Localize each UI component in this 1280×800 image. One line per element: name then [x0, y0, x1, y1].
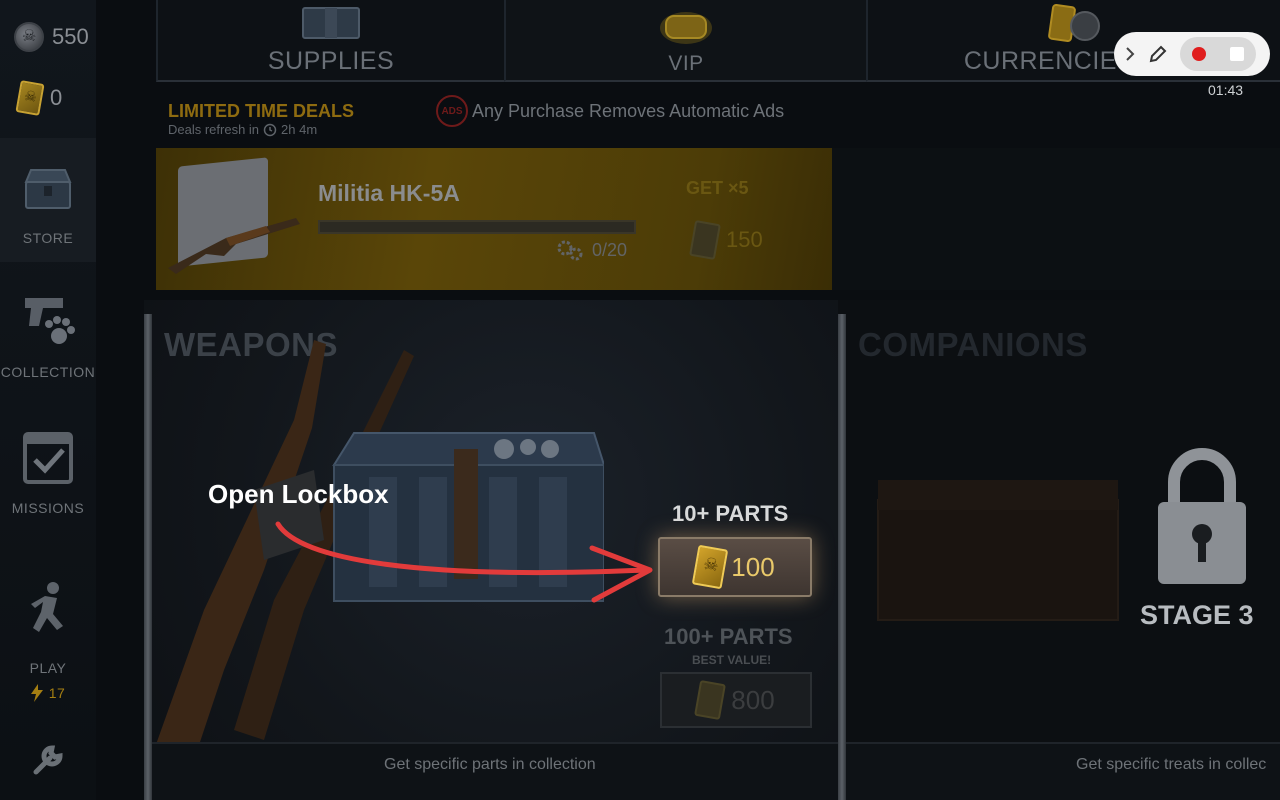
skull-coin-icon	[14, 22, 44, 52]
deal-progress-bar	[318, 220, 636, 234]
annotation-label: Open Lockbox	[208, 479, 389, 509]
gun-and-paw-icon	[25, 298, 75, 344]
offer2-buy-button[interactable]: 800	[660, 672, 812, 728]
companions-footer-text: Get specific treats in collec	[1076, 756, 1267, 773]
refresh-label: Deals refresh in	[168, 122, 260, 137]
screen-recorder-toolbar	[1114, 32, 1270, 76]
gold-bar-icon	[660, 12, 712, 44]
record-icon[interactable]	[1192, 47, 1206, 61]
recording-time: 01:43	[1208, 82, 1244, 98]
gold-card-count: 0	[50, 85, 63, 110]
sidebar-item-label: COLLECTION	[0, 364, 96, 380]
sidebar-item-play[interactable]: PLAY 17	[0, 580, 96, 710]
chevron-right-icon[interactable]	[1124, 46, 1136, 62]
no-ads-icon: ADS	[436, 95, 468, 127]
sidebar: 550 0 STORE COLLECTION MISSIONS	[0, 0, 96, 800]
deal-price-button[interactable]: 150	[689, 220, 763, 260]
best-value-badge: BEST VALUE!	[692, 653, 772, 667]
sidebar-item-label: STORE	[22, 230, 74, 246]
companions-panel[interactable]: COMPANIONS STAGE 3 Get specific treats i…	[838, 300, 1280, 800]
ads-note: ADS Any Purchase Removes Automatic Ads	[436, 95, 784, 127]
stage-label: STAGE 3	[1140, 600, 1254, 630]
deal-progress-text: 0/20	[592, 239, 628, 260]
gold-card-icon	[15, 80, 45, 116]
energy-count: 17	[48, 685, 66, 701]
deal-price: 150	[726, 227, 763, 252]
store-tabs: SUPPLIES VIP CURRENCIES	[156, 0, 1280, 82]
gears-icon	[557, 240, 583, 261]
skull-coin-balance: 550	[14, 22, 89, 52]
running-man-icon	[31, 582, 63, 632]
tab-label: VIP	[668, 52, 704, 75]
tab-vip[interactable]: VIP	[504, 0, 866, 82]
sidebar-item-settings[interactable]	[0, 742, 96, 782]
energy-indicator: 17	[30, 684, 66, 702]
pen-icon[interactable]	[1148, 44, 1168, 64]
stop-icon[interactable]	[1230, 47, 1244, 61]
companions-footer: Get specific treats in collec	[838, 742, 1280, 800]
tab-label: SUPPLIES	[267, 47, 395, 75]
deal-get-label: GET ×5	[686, 178, 749, 198]
weapons-footer-text: Get specific parts in collection	[384, 756, 596, 773]
deal-banner-empty	[832, 148, 1280, 290]
panel-divider	[838, 314, 846, 800]
tab-supplies[interactable]: SUPPLIES	[156, 0, 504, 82]
offer1-price: 100	[731, 551, 775, 582]
companions-title: COMPANIONS	[858, 326, 1088, 363]
weapons-footer: Get specific parts in collection	[144, 742, 844, 800]
gold-card-icon	[692, 544, 729, 590]
panel-divider	[144, 314, 152, 800]
lock-icon	[1158, 448, 1246, 584]
rifle-image	[168, 218, 300, 274]
wrench-icon	[33, 745, 63, 775]
gold-card-icon	[694, 680, 727, 720]
lockbox-image[interactable]	[314, 425, 604, 605]
gold-card-icon	[689, 220, 721, 260]
deal-weapon-name: Militia HK-5A	[318, 180, 460, 206]
ads-note-text: Any Purchase Removes Automatic Ads	[472, 100, 785, 121]
deal-banner[interactable]: Militia HK-5A 0/20 GET ×5 150	[156, 148, 832, 290]
recording-controls	[1180, 37, 1256, 71]
deal-progress: 0/20	[556, 238, 627, 262]
card-and-coin-icon	[1048, 4, 1100, 42]
calendar-check-icon	[23, 432, 73, 484]
sidebar-item-label: MISSIONS	[11, 500, 85, 516]
offer2-price: 800	[731, 684, 775, 715]
sidebar-item-collection[interactable]: COLLECTION	[0, 292, 96, 392]
no-ads-label: ADS	[441, 105, 463, 117]
deals-refresh: Deals refresh in 2h 4m	[168, 122, 317, 137]
skull-coin-count: 550	[52, 24, 89, 49]
offer2-parts: 100+ PARTS	[664, 624, 793, 649]
energy-card-icon	[30, 684, 43, 702]
gold-card-balance: 0	[15, 80, 63, 116]
weapons-panel: WEAPONS 10+ PARTS 100 100+ PARTS BEST VA…	[144, 300, 844, 800]
refresh-time: 2h 4m	[281, 122, 318, 137]
sidebar-item-store[interactable]: STORE	[0, 138, 96, 262]
companion-crate-image	[877, 480, 1119, 621]
tab-label: CURRENCIES	[963, 47, 1135, 75]
open-lockbox-button[interactable]: 100	[658, 537, 812, 597]
deals-title: LIMITED TIME DEALS	[168, 101, 354, 121]
clock-icon	[263, 123, 277, 136]
sidebar-item-missions[interactable]: MISSIONS	[0, 428, 96, 520]
chest-icon	[24, 169, 72, 209]
offer1-parts: 10+ PARTS	[672, 501, 789, 526]
sidebar-item-label: PLAY	[29, 660, 67, 676]
crate-icon	[302, 7, 360, 39]
